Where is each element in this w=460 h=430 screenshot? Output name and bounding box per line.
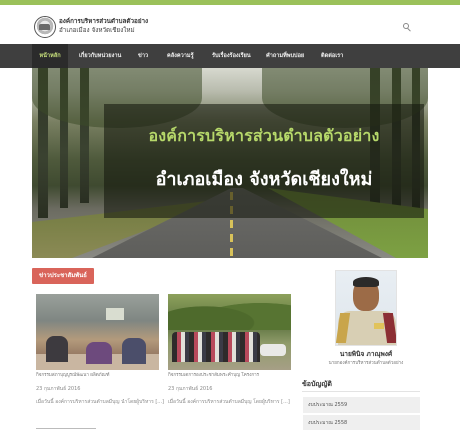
site-header: องค์การบริหารส่วนตำบลตัวอย่าง อำเภอเมือง… xyxy=(0,5,460,44)
search-handle xyxy=(407,28,411,32)
nav-item-home[interactable]: หน้าหลัก xyxy=(32,44,68,68)
news-excerpt-1[interactable]: เมื่อวันนี้ องค์การบริหารส่วนตำบลมีบุญ น… xyxy=(36,398,164,406)
news-date-2: 23 กุมภาพันธ์ 2016 xyxy=(168,386,213,392)
news-image-1[interactable] xyxy=(36,294,159,370)
site-title[interactable]: องค์การบริหารส่วนตำบลตัวอย่าง xyxy=(59,17,148,26)
seal-emblem xyxy=(39,24,50,30)
crowd xyxy=(172,332,260,362)
org-seal-logo[interactable] xyxy=(34,16,56,38)
accounts-widget-title: ข้อบัญญัติ xyxy=(302,380,332,388)
car xyxy=(260,344,286,356)
trees xyxy=(168,294,291,330)
news-date-1: 23 กุมภาพันธ์ 2016 xyxy=(36,386,81,392)
news-section-tag[interactable]: ข่าวประชาสัมพันธ์ xyxy=(32,268,94,284)
mayor-portrait xyxy=(335,270,397,346)
nav-item-about[interactable]: เกี่ยวกับหน่วยงาน xyxy=(79,44,121,68)
nav-item-news[interactable]: ข่าว xyxy=(138,44,148,68)
badge xyxy=(374,323,384,329)
accounts-item[interactable]: งบประมาณ 2558 xyxy=(303,415,420,430)
hero-title: องค์การบริหารส่วนตำบลตัวอย่าง xyxy=(148,126,380,145)
hero-text-overlay xyxy=(104,104,424,218)
news-excerpt-2[interactable]: เมื่อวันนี้ องค์การบริหารส่วนตำบลมีบุญ โ… xyxy=(168,398,290,406)
site-subtitle: อำเภอเมือง จังหวัดเชียงใหม่ xyxy=(59,27,135,34)
search-icon[interactable] xyxy=(403,23,411,32)
nav-item-contact[interactable]: ติดต่อเรา xyxy=(321,44,343,68)
accounts-item[interactable]: งบประมาณ 2559 xyxy=(303,397,420,413)
main-nav: หน้าหลัก เกี่ยวกับหน่วยงาน ข่าว คลังความ… xyxy=(0,44,460,68)
window xyxy=(106,308,124,320)
news-image-2[interactable] xyxy=(168,294,291,370)
news-caption-1[interactable]: กิจกรรมสภาบุญบูรณ์พัฒนา ผลิตภัณฑ์ xyxy=(36,371,110,378)
nav-item-complaints[interactable]: รับเรื่องร้องเรียน xyxy=(212,44,251,68)
hair xyxy=(353,277,379,287)
mayor-title: นายกองค์การบริหารส่วนตำบลตัวอย่าง xyxy=(328,361,404,366)
nav-item-knowledge[interactable]: คลังความรู้ xyxy=(167,44,194,68)
nav-item-faq[interactable]: คำถามที่พบบ่อย xyxy=(266,44,304,68)
person-figure xyxy=(86,342,112,364)
person-figure xyxy=(46,336,68,362)
person-figure xyxy=(122,338,146,364)
mayor-name: นายพินิจ ภาณุพงศ์ xyxy=(339,350,393,358)
news-caption-2[interactable]: กิจกรรมเดการองประชาสัมพระคำบุญ โครงการ xyxy=(168,371,259,378)
widget-divider xyxy=(302,391,420,392)
hero-subtitle: อำเภอเมือง จังหวัดเชียงใหม่ xyxy=(155,169,373,190)
divider xyxy=(36,428,96,429)
